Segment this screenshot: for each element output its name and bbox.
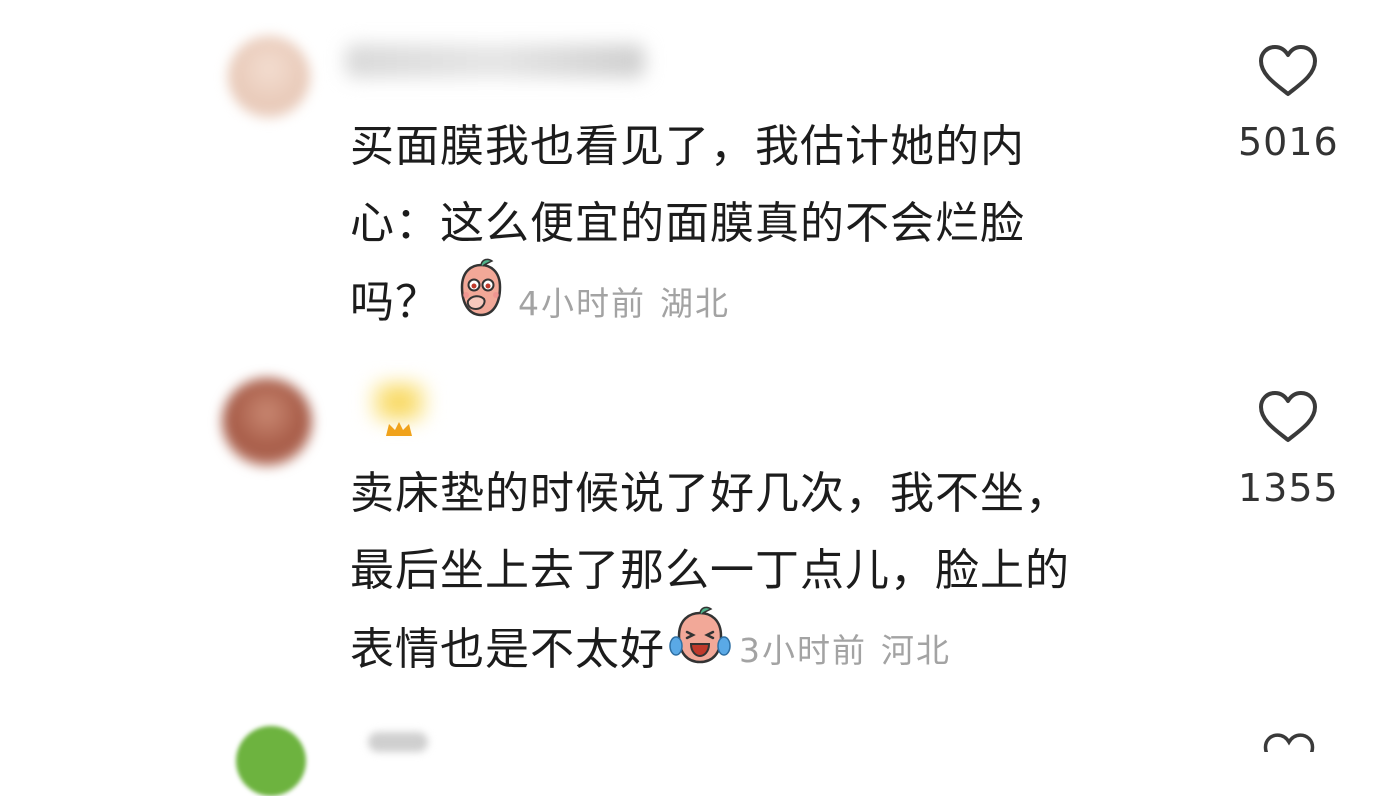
comment-line: 最后坐上去了那么一丁点儿，脸上的 [350,545,1070,596]
comment-meta: 4小时前 湖北 [518,284,730,323]
comment-text: 买面膜我也看见了，我估计她的内 心：这么便宜的面膜真的不会烂脸 吗？ 4小时前湖… [350,108,1025,339]
comment-line-last: 吗？ 4小时前 湖北 [350,258,1025,339]
comment-line-text: 表情也是不太好 [350,624,665,675]
next-heart-icon[interactable] [1262,732,1316,752]
covering-mouth-emoji-icon [452,257,510,343]
laughing-crying-emoji-icon [669,604,731,690]
like-button[interactable]: 1355 [1238,390,1338,510]
like-count: 5016 [1238,120,1339,164]
comment-line: 心：这么便宜的面膜真的不会烂脸 [350,198,1025,249]
heart-icon[interactable] [1257,44,1319,98]
comment-line-last: 表情也是不太好 3小时前 河北 [350,606,1070,686]
comment-meta: 3小时前 河北 [739,631,951,670]
comment-region: 湖北 [660,283,730,323]
avatar[interactable] [228,36,310,118]
comment-line: 买面膜我也看见了，我估计她的内 [350,121,1025,172]
crown-icon [384,420,414,438]
next-comment-username[interactable] [368,732,428,752]
username[interactable] [370,382,428,422]
comment-time: 3小时前 [739,630,867,670]
comment-region: 河北 [881,630,951,670]
comment-line-text: 吗？ [350,277,440,328]
avatar[interactable] [222,378,312,466]
like-button[interactable]: 5016 [1238,44,1338,164]
username[interactable] [345,44,645,78]
heart-icon[interactable] [1257,390,1319,444]
comment-time: 4小时前 [518,283,646,323]
like-count: 1355 [1238,466,1339,510]
comment-line: 卖床垫的时候说了好几次，我不坐， [350,468,1070,519]
comment-text: 卖床垫的时候说了好几次，我不坐， 最后坐上去了那么一丁点儿，脸上的 表情也是不太… [350,455,1070,686]
next-comment-avatar[interactable] [236,726,306,796]
